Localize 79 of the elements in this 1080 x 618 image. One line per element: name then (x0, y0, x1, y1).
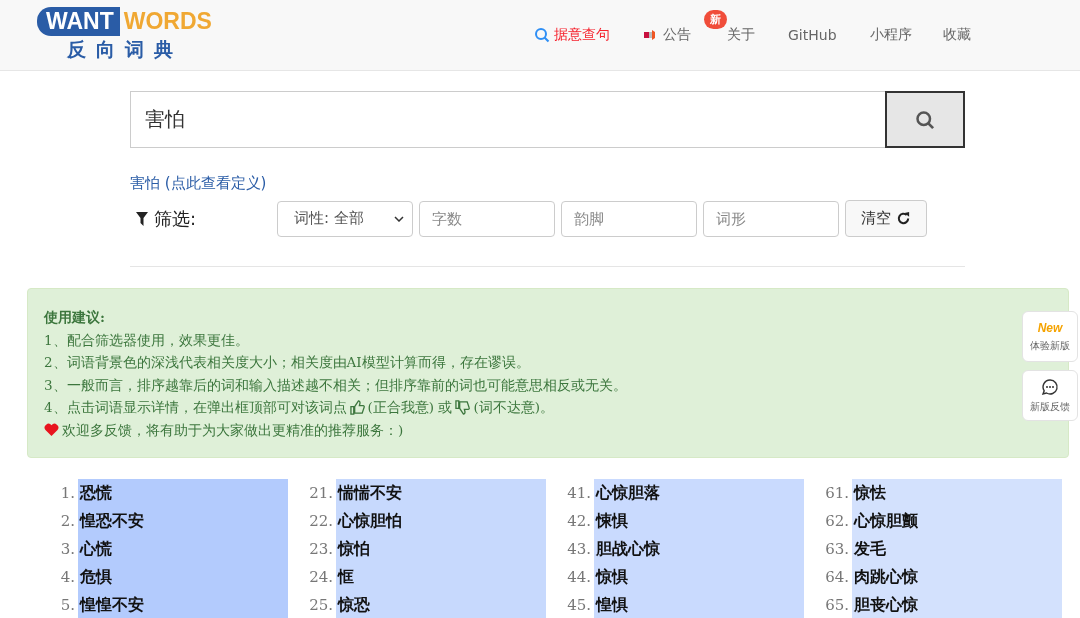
logo-subtitle: 反向词典 (67, 37, 183, 62)
refresh-icon (896, 211, 911, 226)
tip-text: (词不达意)。 (473, 398, 554, 417)
new-badge: 新 (704, 10, 727, 29)
result-number: 61. (824, 483, 850, 504)
result-number: 3. (59, 539, 76, 560)
result-word[interactable]: 悚惧 (594, 507, 804, 535)
result-word[interactable]: 惴惴不安 (336, 479, 546, 507)
filter-field[interactable]: 词形 (703, 200, 839, 237)
thumbs-up-icon (349, 399, 365, 415)
search-icon (534, 27, 550, 43)
tip-text: 2、词语背景色的深浅代表相关度大小；相关度由AI模型计算而得，存在谬误。 (44, 353, 530, 372)
result-word[interactable]: 惶惶不安 (78, 591, 288, 618)
result-word[interactable]: 惊惧 (594, 563, 804, 591)
result-word[interactable]: 恇 (336, 563, 546, 591)
result-number: 44. (566, 567, 592, 588)
result-number: 41. (566, 483, 592, 504)
result-word[interactable]: 发毛 (852, 535, 1062, 563)
clear-button[interactable]: 清空 (845, 200, 927, 237)
result-number: 62. (824, 511, 850, 532)
result-word[interactable]: 胆丧心惊 (852, 591, 1062, 618)
nav-link[interactable]: 小程序 (869, 26, 912, 44)
search-button[interactable] (885, 91, 965, 148)
result-word[interactable]: 心惊胆落 (594, 479, 804, 507)
part-of-speech-select[interactable]: 词性: 全部 (277, 200, 413, 237)
heart-icon (44, 423, 59, 437)
result-number: 64. (824, 567, 850, 588)
logo-wordmark: WORDS (122, 8, 212, 35)
result-number: 25. (308, 595, 334, 616)
result-word[interactable]: 心惊胆颤 (852, 507, 1062, 535)
logo-wordmark: WANT (37, 7, 120, 36)
result-number: 1. (59, 483, 76, 504)
nav-link[interactable]: 据意查句 (534, 26, 610, 44)
chat-icon (1041, 377, 1059, 396)
result-word[interactable]: 惊恐 (336, 591, 546, 618)
nav-link[interactable]: 收藏 (942, 26, 971, 44)
tip-text: 1、配合筛选器使用，效果更佳。 (44, 330, 249, 350)
result-word[interactable]: 惶恐不安 (78, 507, 288, 535)
result-number: 22. (308, 511, 334, 532)
chevron-down-icon (394, 215, 404, 222)
nav-link[interactable]: 关于 (727, 26, 755, 44)
result-number: 42. (566, 511, 592, 532)
result-word[interactable]: 心慌 (78, 535, 288, 563)
result-number: 23. (308, 539, 334, 560)
try-new-version-button[interactable]: New 体验新版 (1022, 311, 1078, 362)
result-number: 43. (566, 539, 592, 560)
result-number: 65. (824, 595, 850, 616)
result-word[interactable]: 恐慌 (78, 479, 288, 507)
result-word[interactable]: 惊怕 (336, 535, 546, 563)
search-field[interactable]: 害怕 (130, 91, 885, 148)
result-word[interactable]: 肉跳心惊 (852, 563, 1062, 591)
search-icon (915, 109, 935, 130)
tip-text: 3、一般而言，排序越靠后的词和输入描述越不相关；但排序靠前的词也可能意思相反或无关。 (44, 375, 627, 395)
feedback-button[interactable]: 新版反馈 (1022, 370, 1078, 421)
tip-text: 欢迎多反馈，将有助于为大家做出更精准的推荐服务：) (62, 420, 404, 440)
new-label: New (1037, 320, 1063, 335)
result-word[interactable]: 惶惧 (594, 591, 804, 618)
filter-field[interactable]: 韵脚 (561, 200, 697, 237)
thumbs-down-icon (455, 399, 471, 415)
result-word[interactable]: 心惊胆怕 (336, 507, 546, 535)
definition-link[interactable]: 害怕 (点此查看定义) (130, 174, 267, 193)
result-number: 21. (308, 483, 334, 504)
result-number: 45. (566, 595, 592, 616)
result-number: 63. (824, 539, 850, 560)
result-word[interactable]: 危惧 (78, 563, 288, 591)
side-button-label: 新版反馈 (1030, 399, 1070, 414)
side-button-label: 体验新版 (1030, 338, 1070, 353)
result-number: 24. (308, 567, 334, 588)
filter-label: 筛选: (154, 206, 197, 231)
result-number: 5. (59, 595, 76, 616)
tip-text: 4、点击词语显示详情，在弹出框顶部可对该词点 (44, 398, 347, 417)
tip-text: (正合我意) 或 (367, 398, 453, 417)
result-number: 2. (59, 511, 76, 532)
filter-icon (136, 211, 148, 226)
result-word[interactable]: 惊怯 (852, 479, 1062, 507)
result-word[interactable]: 胆战心惊 (594, 535, 804, 563)
result-number: 4. (59, 567, 76, 588)
nav-link[interactable]: GitHub (788, 27, 837, 43)
filter-field[interactable]: 字数 (419, 200, 555, 237)
